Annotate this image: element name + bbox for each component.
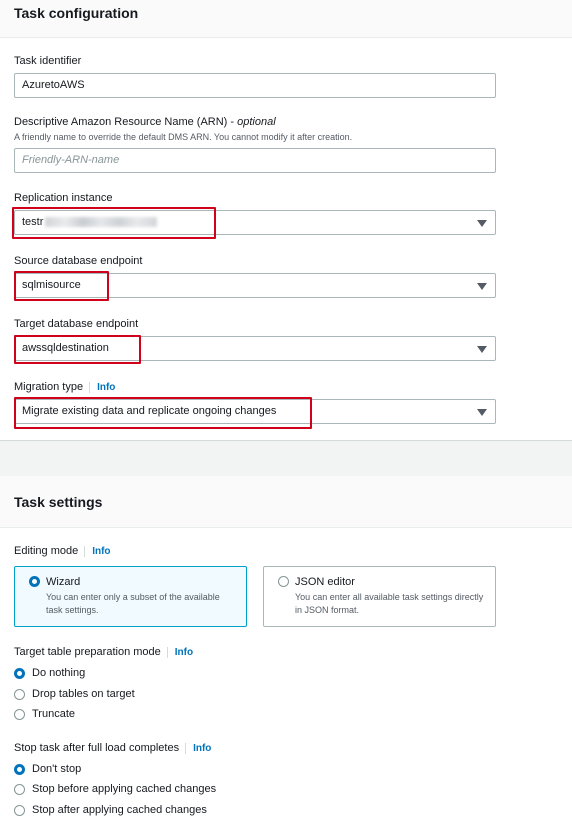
task-config-title: Task configuration [14, 5, 139, 21]
target-endpoint-label: Target database endpoint [14, 318, 139, 330]
migration-type-label-text: Migration type [14, 381, 84, 393]
stop-task-option-dont-stop[interactable]: Don't stop [14, 763, 81, 775]
arn-label-text: Descriptive Amazon Resource Name (ARN) - [14, 116, 238, 128]
arn-description: A friendly name to override the default … [14, 132, 353, 142]
migration-type-info-link[interactable]: Info [89, 382, 116, 393]
editing-mode-json-tile[interactable]: JSON editor You can enter all available … [263, 566, 496, 627]
radio-selected-icon[interactable] [14, 667, 25, 679]
table-prep-option-drop-tables[interactable]: Drop tables on target [14, 688, 135, 700]
caret-down-icon [477, 283, 487, 290]
stop-task-info-link[interactable]: Info [185, 743, 212, 754]
highlight-box-replication [12, 207, 216, 239]
radio-label: Drop tables on target [32, 688, 135, 700]
json-editor-title: JSON editor [295, 576, 355, 588]
stop-task-label-text: Stop task after full load completes [14, 742, 180, 754]
task-identifier-input[interactable]: AzuretoAWS [14, 73, 496, 98]
table-prep-option-truncate[interactable]: Truncate [14, 708, 75, 720]
wizard-description: You can enter only a subset of the avail… [46, 592, 220, 615]
arn-input[interactable]: Friendly-ARN-name [14, 148, 496, 173]
highlight-box-source [14, 271, 109, 301]
radio-label: Do nothing [32, 667, 86, 679]
editing-mode-label: Editing mode Info [14, 545, 111, 557]
task-settings-title: Task settings [14, 494, 103, 510]
json-editor-description: You can enter all available task setting… [295, 592, 484, 615]
caret-down-icon [477, 346, 487, 353]
wizard-title: Wizard [46, 576, 81, 588]
replication-instance-label: Replication instance [14, 192, 113, 204]
table-prep-info-link[interactable]: Info [166, 647, 194, 658]
radio-unselected-icon[interactable] [14, 804, 25, 816]
stop-task-label: Stop task after full load completes Info [14, 742, 212, 754]
radio-unselected-icon[interactable] [14, 708, 25, 720]
radio-label: Don't stop [32, 763, 82, 775]
highlight-box-target [14, 335, 141, 364]
radio-unselected-icon[interactable] [14, 688, 25, 700]
radio-label: Stop before applying cached changes [32, 783, 217, 795]
table-prep-label: Target table preparation mode Info [14, 646, 194, 658]
radio-selected-icon[interactable] [29, 576, 40, 587]
stop-task-option-before-cached[interactable]: Stop before applying cached changes [14, 783, 216, 795]
editing-mode-info-link[interactable]: Info [84, 546, 111, 557]
radio-selected-icon[interactable] [14, 763, 25, 775]
radio-unselected-icon[interactable] [14, 783, 25, 795]
editing-mode-label-text: Editing mode [14, 545, 79, 557]
task-config-header: Task configuration [0, 0, 572, 38]
arn-optional-text: optional [237, 116, 276, 128]
radio-label: Stop after applying cached changes [32, 804, 207, 816]
highlight-box-migration [14, 397, 312, 429]
stop-task-option-after-cached[interactable]: Stop after applying cached changes [14, 804, 207, 816]
table-prep-label-text: Target table preparation mode [14, 646, 161, 658]
radio-label: Truncate [32, 708, 76, 720]
table-prep-option-do-nothing[interactable]: Do nothing [14, 667, 85, 679]
arn-label: Descriptive Amazon Resource Name (ARN) -… [14, 116, 276, 128]
radio-unselected-icon[interactable] [278, 576, 289, 587]
task-identifier-label: Task identifier [14, 55, 82, 67]
source-endpoint-label: Source database endpoint [14, 255, 143, 267]
editing-mode-wizard-tile[interactable]: Wizard You can enter only a subset of th… [14, 566, 247, 627]
task-settings-header: Task settings [0, 476, 572, 528]
migration-type-label: Migration type Info [14, 381, 116, 393]
section-divider [0, 440, 572, 476]
caret-down-icon [477, 220, 487, 227]
caret-down-icon [477, 409, 487, 416]
